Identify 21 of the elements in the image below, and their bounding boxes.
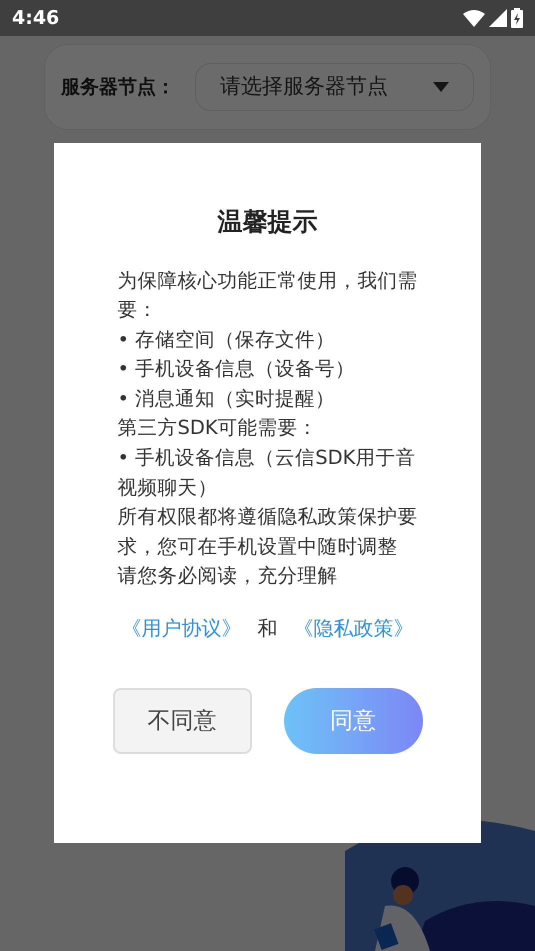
- policy-link[interactable]: 《用户协议》: [122, 613, 242, 644]
- dialog-text: 第三方SDK可能需要：: [118, 415, 319, 442]
- battery-icon: [511, 8, 523, 28]
- dialog-title: 温馨提示: [218, 206, 318, 238]
- agree-button[interactable]: 同意: [284, 688, 422, 754]
- server-node-dropdown[interactable]: 请选择服务器节点: [195, 63, 474, 111]
- clock-text: 4:46: [12, 6, 60, 31]
- dialog-text: 所有权限都将遵循隐私政策保护要求，您可在手机设置中随时调整: [118, 504, 418, 560]
- signal-icon: [489, 9, 507, 27]
- wifi-icon: [463, 9, 485, 27]
- dialog-text: • 手机设备信息（云信SDK用于音视频聊天）: [118, 445, 416, 501]
- server-node-label: 服务器节点：: [61, 74, 175, 100]
- conjunction-text: 和: [258, 615, 278, 642]
- disagree-button[interactable]: 不同意: [112, 688, 252, 754]
- dropdown-caret-icon: [433, 82, 449, 92]
- dialog-text: • 消息通知（实时提醒）: [118, 386, 336, 412]
- dialog-text: 为保障核心功能正常使用，我们需要：: [118, 268, 418, 324]
- dialog-text: • 手机设备信息（设备号）: [118, 356, 356, 382]
- dialog-text: 请您务必阅读，充分理解: [118, 563, 338, 590]
- policy-link[interactable]: 《隐私政策》: [294, 613, 414, 644]
- dialog-text: • 存储空间（保存文件）: [118, 326, 336, 353]
